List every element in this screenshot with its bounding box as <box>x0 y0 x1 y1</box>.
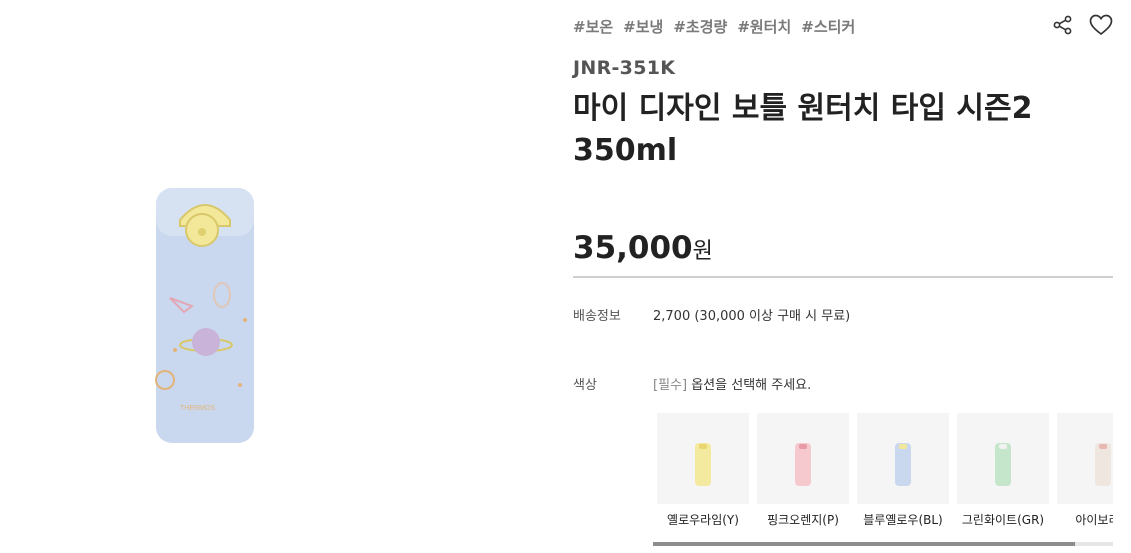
option-thumbnail <box>1057 413 1113 504</box>
product-title: 마이 디자인 보틀 원터치 타입 시즌2 350ml <box>573 91 1033 168</box>
option-prompt: 옵션을 선택해 주세요. <box>691 378 812 393</box>
color-options: 옐로우라임(Y) 핑크오렌지(P) 블루옐로우(BL) 그린화이트(GR) 아이… <box>657 413 1113 533</box>
option-thumbnail <box>957 413 1049 504</box>
color-option[interactable]: 그린화이트(GR) <box>957 413 1049 528</box>
product-image: THERMOS <box>0 0 560 553</box>
color-option[interactable]: 옐로우라임(Y) <box>657 413 749 528</box>
color-option[interactable]: 핑크오렌지(P) <box>757 413 849 528</box>
tag[interactable]: #초경량 <box>673 16 727 37</box>
price: 35,000원 <box>573 230 713 266</box>
option-thumbnail <box>857 413 949 504</box>
tag[interactable]: #스티커 <box>801 16 855 37</box>
price-divider <box>573 276 1113 278</box>
scrollbar-thumb[interactable] <box>653 542 1075 546</box>
tag[interactable]: #보냉 <box>623 16 663 37</box>
shipping-value: 2,700 (30,000 이상 구매 시 무료) <box>653 309 851 324</box>
bottle-thumbnail <box>695 443 711 486</box>
price-amount: 35,000 <box>573 230 693 266</box>
shipping-label: 배송정보 <box>573 309 621 324</box>
color-prompt: [필수] 옵션을 선택해 주세요. <box>653 374 811 393</box>
required-tag: [필수] <box>653 378 688 393</box>
heart-icon[interactable] <box>1089 13 1113 37</box>
color-option[interactable]: 아이보리퍼 <box>1057 413 1113 528</box>
option-label: 블루옐로우(BL) <box>863 513 943 527</box>
option-thumbnail <box>657 413 749 504</box>
bottle-thumbnail <box>895 443 911 486</box>
option-thumbnail <box>757 413 849 504</box>
tag[interactable]: #원터치 <box>737 16 791 37</box>
bottle-thumbnail <box>995 443 1011 486</box>
price-unit: 원 <box>692 239 713 264</box>
svg-text:THERMOS: THERMOS <box>180 405 215 412</box>
model-code: JNR-351K <box>573 57 676 79</box>
tag[interactable]: #보온 <box>573 16 613 37</box>
option-label: 아이보리퍼 <box>1075 513 1113 527</box>
bottle-thumbnail <box>1095 443 1111 486</box>
tag-list: #보온 #보냉 #초경량 #원터치 #스티커 <box>573 16 855 37</box>
product-actions <box>1051 13 1113 37</box>
bottle-thumbnail <box>795 443 811 486</box>
color-option[interactable]: 블루옐로우(BL) <box>857 413 949 528</box>
color-label: 색상 <box>573 378 597 393</box>
option-label: 그린화이트(GR) <box>961 513 1045 527</box>
bottle-image: THERMOS <box>155 188 254 443</box>
options-scrollbar[interactable] <box>653 542 1113 546</box>
share-icon[interactable] <box>1051 13 1075 37</box>
option-label: 핑크오렌지(P) <box>767 513 839 527</box>
option-label: 옐로우라임(Y) <box>667 513 739 527</box>
